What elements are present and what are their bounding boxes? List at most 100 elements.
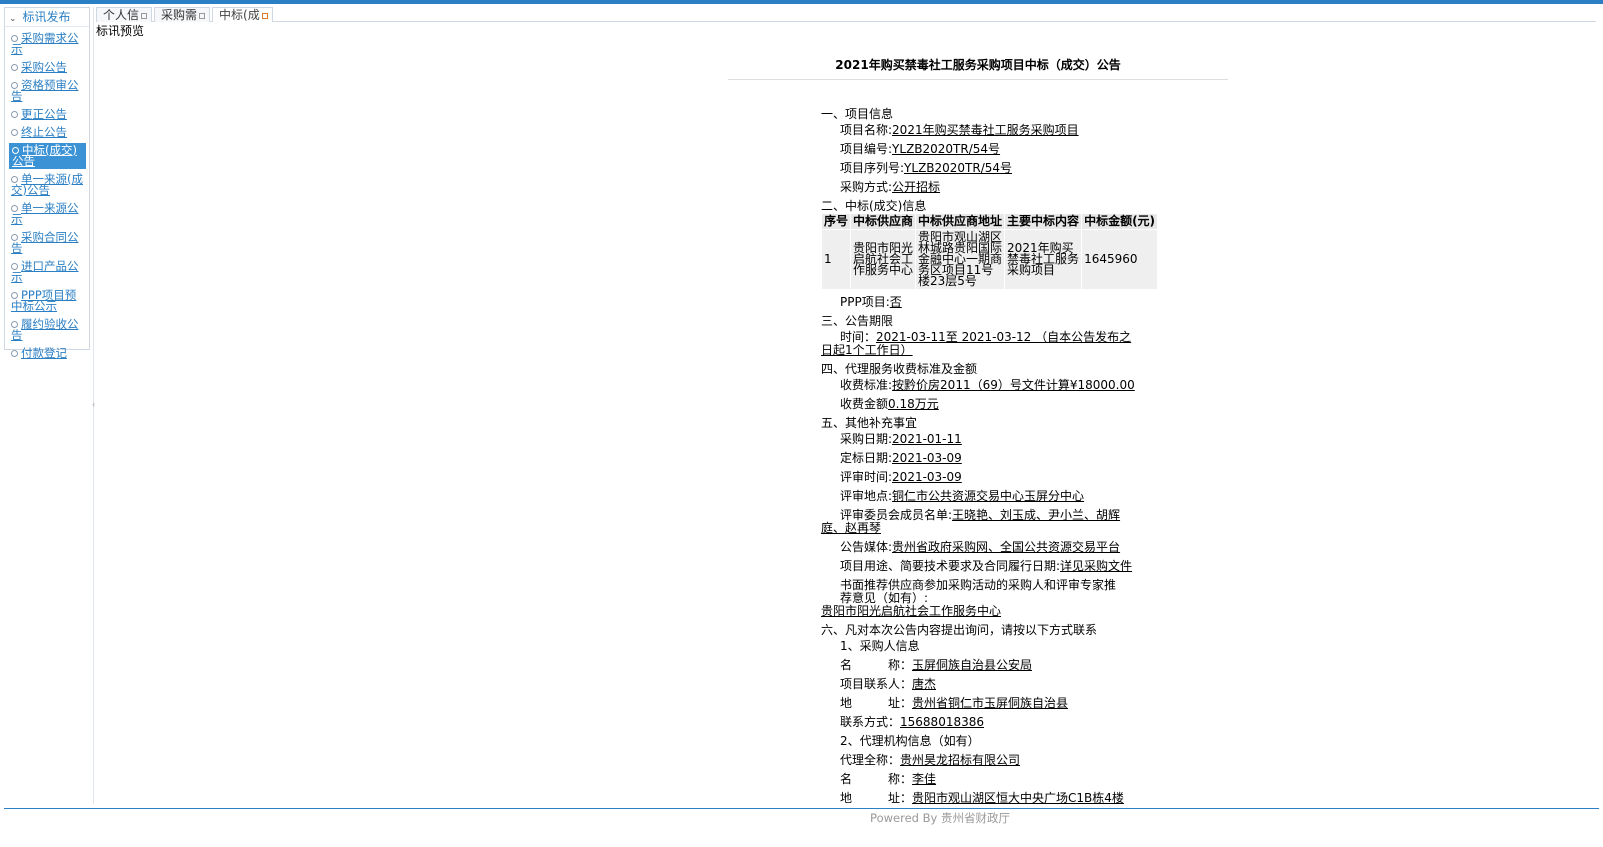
sidebar-item-single-source-award[interactable]: 单一来源(成交)公告	[5, 172, 89, 198]
winner-table: 序号 中标供应商 中标供应商地址 主要中标内容 中标金额(元) 1 贵阳市阳光启…	[820, 213, 1159, 290]
field-label: 书面推荐供应商参加采购活动的采购人和评审专家推荐意见（如有）:	[840, 578, 1117, 605]
sidebar-item-award-notice[interactable]: 中标(成交)公告	[9, 143, 86, 169]
table-cell: 贵阳市观山湖区林城路贵阳国际金融中心一期商务区项目11号楼23层5号	[915, 229, 1006, 290]
field-purchaser-address: 地 址：贵州省铜仁市玉屏侗族自治县	[821, 697, 1141, 710]
field-value: 2021-03-09	[892, 451, 962, 465]
close-icon[interactable]	[141, 12, 148, 19]
field-value: 2021年购买禁毒社工服务采购项目	[892, 123, 1079, 137]
field-label: 地 址：	[840, 696, 913, 710]
sidebar-item-purchase-notice[interactable]: 采购公告	[5, 60, 89, 75]
sidebar-item-label: 中标(成交)公告	[12, 143, 77, 168]
field-purchaser-name: 名 称：玉屏侗族自治县公安局	[821, 659, 1141, 672]
sidebar-item-label: 付款登记	[21, 346, 67, 360]
announcement-body: 一、项目信息 项目名称:2021年购买禁毒社工服务采购项目 项目编号:YLZB2…	[820, 107, 1159, 811]
table-row: 1 贵阳市阳光启航社会工作服务中心 贵阳市观山湖区林城路贵阳国际金融中心一期商务…	[820, 229, 1159, 290]
field-purchase-method: 采购方式:公开招标	[821, 181, 1141, 194]
sidebar-item-purchase-demand[interactable]: 采购需求公示	[5, 31, 89, 57]
tab-purchase-demand[interactable]: 采购需	[154, 7, 211, 22]
close-icon[interactable]	[261, 12, 268, 19]
sidebar-item-label: 单一来源公示	[11, 201, 79, 226]
field-usage: 项目用途、简要技术要求及合同履行日期:详见采购文件	[821, 560, 1141, 573]
field-label: 公告媒体:	[840, 540, 893, 554]
sidebar-item-termination[interactable]: 终止公告	[5, 125, 89, 140]
field-project-code: 项目编号:YLZB2020TR/54号	[821, 143, 1141, 156]
tab-label: 采购需	[161, 8, 198, 22]
sidebar-item-ppp-pre-award[interactable]: PPP项目预中标公示	[5, 288, 89, 314]
sidebar-header[interactable]: ⌄ 标讯发布	[5, 8, 89, 27]
field-fee-standard: 收费标准:按黔价房2011（69）号文件计算¥18000.00	[821, 379, 1141, 392]
tab-label: 个人信	[103, 8, 140, 22]
sidebar-item-label: 资格预审公告	[11, 78, 79, 103]
field-value: YLZB2020TR/54号	[892, 142, 1001, 156]
footer-credit: Powered By 贵州省财政厅	[870, 811, 1010, 825]
subsection-heading: 1、采购人信息	[840, 639, 920, 653]
bullet-icon	[11, 350, 18, 357]
field-value: 李佳	[912, 772, 937, 786]
tab-award-notice[interactable]: 中标(成	[212, 7, 273, 22]
field-label: 项目联系人：	[840, 677, 913, 691]
sidebar-header-label: 标讯发布	[22, 10, 71, 24]
field-value: YLZB2020TR/54号	[904, 161, 1013, 175]
section-heading: 一、项目信息	[821, 107, 894, 121]
sidebar-menu: 采购需求公示 采购公告 资格预审公告 更正公告 终止公告 中标(成交)公告 单一…	[5, 27, 89, 361]
sidebar-item-prequalification[interactable]: 资格预审公告	[5, 78, 89, 104]
tab-bar: 个人信 采购需 中标(成	[96, 7, 1596, 22]
field-project-serial: 项目序列号:YLZB2020TR/54号	[821, 162, 1141, 175]
field-label: 代理全称：	[840, 753, 901, 767]
tab-label: 中标(成	[219, 8, 260, 22]
table-cell: 1645960	[1081, 229, 1159, 290]
sidebar-item-correction[interactable]: 更正公告	[5, 107, 89, 122]
bullet-icon	[11, 321, 18, 328]
field-value: 贵州昊龙招标有限公司	[900, 753, 1021, 767]
section-heading: 五、其他补充事宜	[821, 416, 918, 430]
bullet-icon	[11, 64, 18, 71]
bullet-icon	[11, 129, 18, 136]
bullet-icon	[11, 111, 18, 118]
bullet-icon	[11, 82, 18, 89]
field-label: 采购方式:	[840, 180, 893, 194]
bullet-icon	[11, 205, 18, 212]
footer-divider	[4, 808, 1599, 809]
sidebar-item-label: 进口产品公示	[11, 259, 79, 284]
field-value: 贵州省铜仁市玉屏侗族自治县	[912, 696, 1069, 710]
field-value: 2021-03-09	[892, 470, 962, 484]
sidebar-item-label: 单一来源(成交)公告	[11, 172, 83, 197]
field-value: 玉屏侗族自治县公安局	[912, 658, 1033, 672]
column-header: 主要中标内容	[1004, 213, 1083, 230]
field-label: 评审地点:	[840, 489, 893, 503]
field-purchaser-contact: 项目联系人：唐杰	[821, 678, 1141, 691]
bullet-icon	[11, 292, 18, 299]
page-title: 2021年购买禁毒社工服务采购项目中标（成交）公告	[835, 58, 1121, 72]
field-agency-address: 地 址：贵阳市观山湖区恒大中央广场C1B栋4楼	[821, 792, 1141, 805]
tab-personal-info[interactable]: 个人信	[96, 7, 153, 22]
field-label: 收费标准:	[840, 378, 893, 392]
sidebar-item-payment[interactable]: 付款登记	[5, 346, 89, 361]
field-label: 项目序列号:	[840, 161, 905, 175]
section-heading: 二、中标(成交)信息	[821, 199, 927, 213]
table-cell: 2021年购买禁毒社工服务采购项目	[1004, 229, 1083, 290]
field-agency-fullname: 代理全称：贵州昊龙招标有限公司	[821, 754, 1141, 767]
sidebar-item-single-source-publicity[interactable]: 单一来源公示	[5, 201, 89, 227]
field-notice-period: 时间：2021-03-11至 2021-03-12 （自本公告发布之日起1个工作…	[821, 331, 1141, 357]
collapse-handle-icon[interactable]: ‹	[92, 400, 95, 409]
field-purchase-date: 采购日期:2021-01-11	[821, 433, 1141, 446]
field-value: 唐杰	[912, 677, 937, 691]
sidebar-item-acceptance[interactable]: 履约验收公告	[5, 317, 89, 343]
field-label: 采购日期:	[840, 432, 893, 446]
field-recommendation: 书面推荐供应商参加采购活动的采购人和评审专家推荐意见（如有）: 贵阳市阳光启航社会…	[821, 579, 1141, 618]
field-label: 地 址：	[840, 791, 913, 805]
close-icon[interactable]	[199, 12, 206, 19]
sidebar-item-label: 履约验收公告	[11, 317, 79, 342]
field-label: 定标日期:	[840, 451, 893, 465]
table-cell: 1	[820, 229, 852, 290]
sidebar-item-label: PPP项目预中标公示	[11, 288, 77, 313]
subsection-heading: 2、代理机构信息（如有）	[840, 734, 980, 748]
field-label: 评审委员会成员名单:	[840, 508, 953, 522]
sidebar-item-label: 采购需求公示	[11, 31, 79, 56]
field-label: 项目名称:	[840, 123, 893, 137]
sidebar-item-contract-notice[interactable]: 采购合同公告	[5, 230, 89, 256]
sidebar-item-label: 采购公告	[21, 60, 67, 74]
sidebar-item-import-products[interactable]: 进口产品公示	[5, 259, 89, 285]
sidebar-item-label: 采购合同公告	[11, 230, 79, 255]
bullet-icon	[11, 35, 18, 42]
